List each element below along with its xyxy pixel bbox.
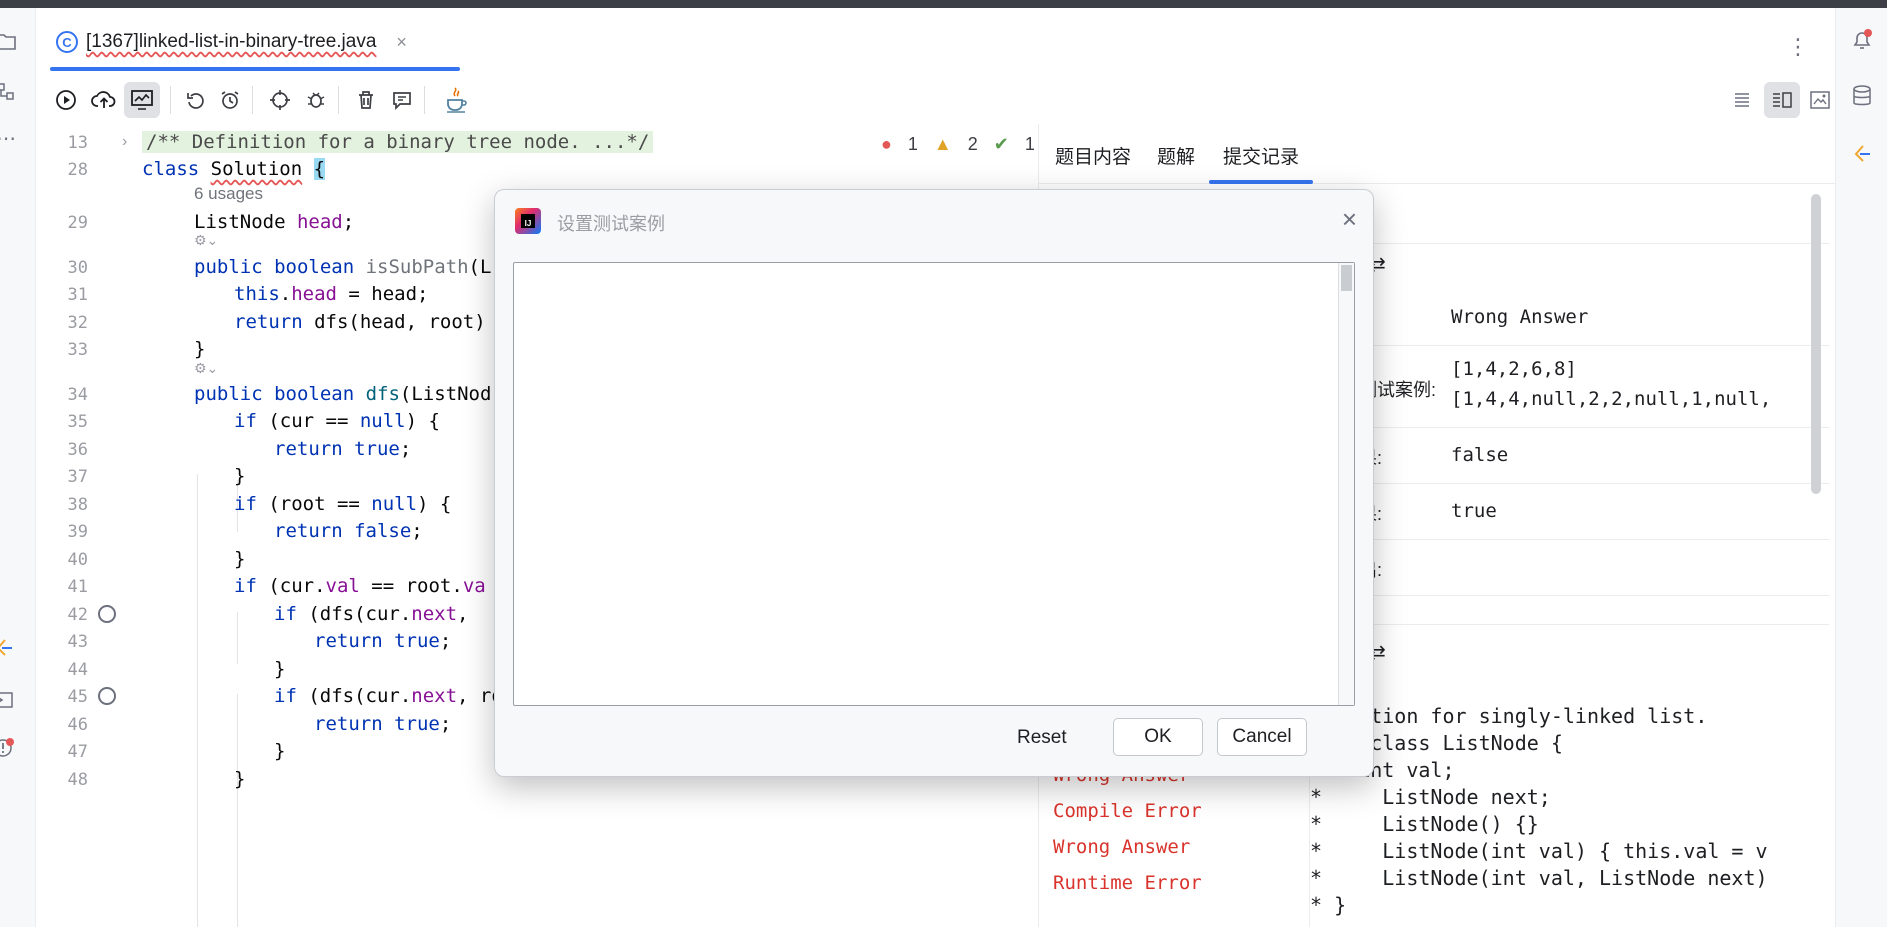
- window-top-edge: [0, 0, 1887, 8]
- output-row: 果: false: [1359, 428, 1829, 484]
- recursion-icon[interactable]: [98, 605, 116, 623]
- right-tool-rail: [1835, 8, 1887, 927]
- test-case-textarea[interactable]: [513, 262, 1355, 706]
- error-icon: ●: [881, 134, 892, 154]
- testcase-row: 测试案例: [1,4,2,6,8] [1,4,4,null,2,2,null,1…: [1359, 346, 1829, 428]
- reset-button[interactable]: Reset: [1017, 720, 1067, 756]
- lc-active-tab-indicator: [1209, 180, 1313, 184]
- close-icon[interactable]: ×: [396, 32, 407, 53]
- run-icon[interactable]: [48, 82, 84, 118]
- tab-submissions[interactable]: 提交记录: [1223, 142, 1299, 169]
- submission-header: [1359, 186, 1829, 244]
- structure-icon[interactable]: [0, 80, 18, 104]
- comment-icon[interactable]: [384, 82, 420, 118]
- test-case-monitor-icon[interactable]: [124, 82, 160, 118]
- recursion-icon[interactable]: [98, 687, 116, 705]
- toolbar-separator: [170, 86, 171, 114]
- delete-trash-icon[interactable]: [348, 82, 384, 118]
- leetcode-plugin-icon[interactable]: [0, 636, 16, 660]
- project-folder-icon[interactable]: [0, 30, 18, 54]
- preview-icon[interactable]: [1802, 82, 1838, 118]
- lc-tab-strip: 题目内容 题解 提交记录: [1039, 124, 1836, 184]
- stdout-row: 出:: [1359, 540, 1829, 596]
- tab-problem-content[interactable]: 题目内容: [1055, 142, 1131, 169]
- terminal-icon[interactable]: [0, 688, 16, 712]
- result-row: Wrong Answer: [1359, 290, 1829, 346]
- set-test-case-dialog: IJ 设置测试案例 × Reset OK Cancel: [494, 189, 1374, 777]
- warning-icon: ▲: [933, 134, 952, 154]
- alarm-clock-icon[interactable]: [212, 82, 248, 118]
- leetcode-right-icon[interactable]: [1850, 142, 1874, 166]
- submit-cloud-icon[interactable]: [86, 82, 122, 118]
- java-cup-icon[interactable]: [438, 82, 474, 118]
- dialog-title: 设置测试案例: [557, 214, 665, 234]
- list-item[interactable]: Compile Error: [1053, 800, 1202, 836]
- close-icon[interactable]: ×: [1342, 204, 1357, 235]
- submission-code-preview: efinition for singly-linked list. blic c…: [1309, 704, 1829, 927]
- notifications-icon[interactable]: [1850, 28, 1874, 52]
- problems-icon[interactable]: [0, 736, 16, 760]
- toolbar-separator: [338, 86, 339, 114]
- active-tab-indicator: [50, 67, 460, 71]
- list-item[interactable]: Wrong Answer: [1053, 836, 1202, 872]
- panel-scrollbar[interactable]: [1811, 194, 1821, 494]
- more-tools-icon[interactable]: ⋯: [0, 126, 18, 150]
- toolbar-separator: [424, 86, 425, 114]
- toolbar-separator: [252, 86, 253, 114]
- expected-row: 果: true: [1359, 484, 1829, 540]
- editor-tab-active[interactable]: C [1367]linked-list-in-binary-tree.java …: [56, 26, 407, 58]
- database-icon[interactable]: [1850, 84, 1874, 108]
- leetcode-toolbar: [36, 76, 1835, 124]
- cancel-button[interactable]: Cancel: [1217, 718, 1307, 756]
- editor-tab-title: [1367]linked-list-in-binary-tree.java: [86, 31, 377, 52]
- editor-tab-bar: C [1367]linked-list-in-binary-tree.java …: [36, 8, 1835, 76]
- debug-bug-icon[interactable]: [298, 82, 334, 118]
- textarea-scrollbar[interactable]: [1338, 263, 1354, 705]
- class-c-icon: C: [56, 31, 78, 53]
- weak-warning-check-icon: ✔: [993, 134, 1009, 154]
- scrollbar-thumb[interactable]: [1341, 265, 1352, 291]
- fold-chevron-icon[interactable]: ›: [122, 133, 127, 151]
- left-tool-rail: ⋯: [0, 8, 36, 927]
- undo-icon[interactable]: [178, 82, 214, 118]
- list-item[interactable]: Runtime Error: [1053, 872, 1202, 908]
- list-view-icon[interactable]: [1724, 82, 1760, 118]
- split-view-icon[interactable]: [1764, 82, 1800, 118]
- divider: [1359, 624, 1829, 625]
- submission-status-list: Wrong Answer Compile Error Wrong Answer …: [1053, 764, 1202, 908]
- locate-crosshair-icon[interactable]: [262, 82, 298, 118]
- ok-button[interactable]: OK: [1113, 718, 1203, 756]
- more-options-icon[interactable]: ⋮: [1787, 34, 1809, 60]
- intellij-logo-icon: IJ: [515, 208, 541, 234]
- tab-solutions[interactable]: 题解: [1157, 142, 1195, 169]
